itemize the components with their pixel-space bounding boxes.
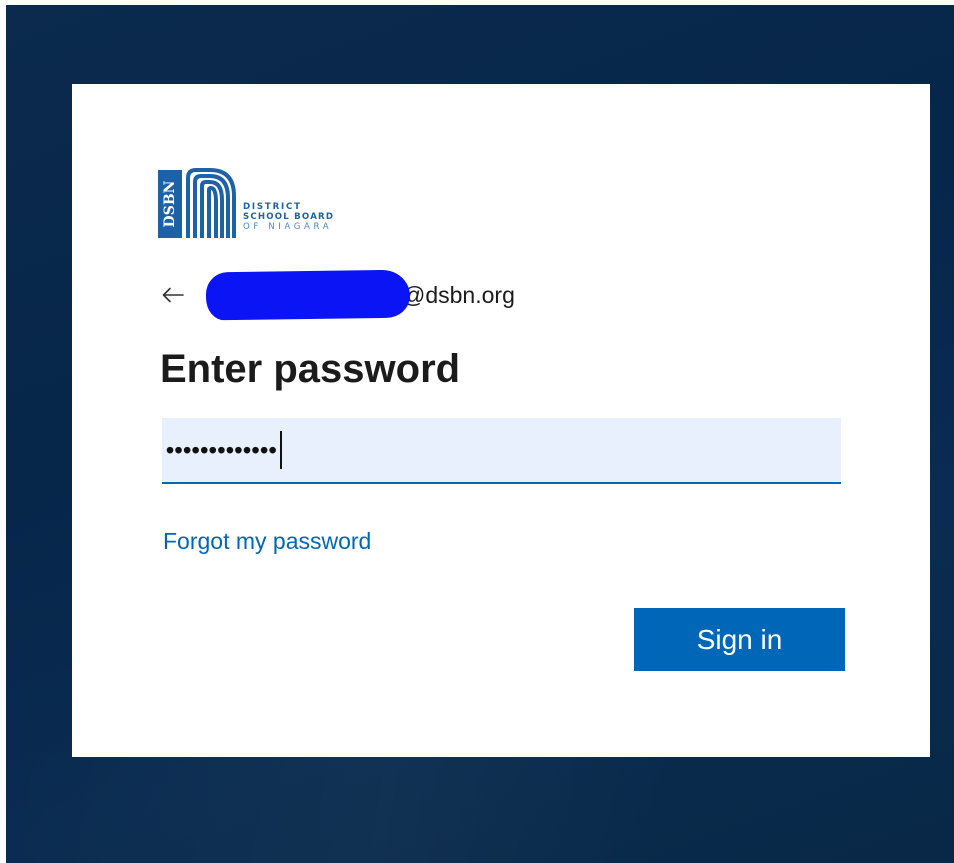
password-value: •••••••••••••	[166, 436, 278, 463]
dsbn-logo-mark: DSBN	[158, 168, 236, 238]
password-input[interactable]: •••••••••••••	[162, 418, 841, 484]
email-domain: @dsbn.org	[402, 281, 515, 308]
account-identity: @dsbn.org	[162, 269, 515, 321]
sign-in-card: DSBN DISTRICT SCHOOL BOARD OF NIAGARA @d…	[72, 84, 930, 757]
organization-wordmark: DISTRICT SCHOOL BOARD OF NIAGARA	[243, 202, 334, 232]
arrow-left-icon	[162, 287, 184, 303]
org-name-line-1: DISTRICT	[243, 202, 302, 212]
sign-in-button[interactable]: Sign in	[634, 608, 845, 671]
redacted-username	[205, 269, 411, 321]
forgot-password-link[interactable]: Forgot my password	[163, 528, 371, 555]
org-name-line-3: OF NIAGARA	[243, 222, 333, 232]
logo-monogram: DSBN	[162, 180, 178, 227]
page-title: Enter password	[160, 347, 461, 391]
organization-logo: DSBN DISTRICT SCHOOL BOARD OF NIAGARA	[158, 168, 368, 240]
org-name-line-2: SCHOOL BOARD	[243, 212, 335, 222]
text-cursor	[280, 431, 283, 469]
back-button[interactable]	[162, 284, 190, 306]
